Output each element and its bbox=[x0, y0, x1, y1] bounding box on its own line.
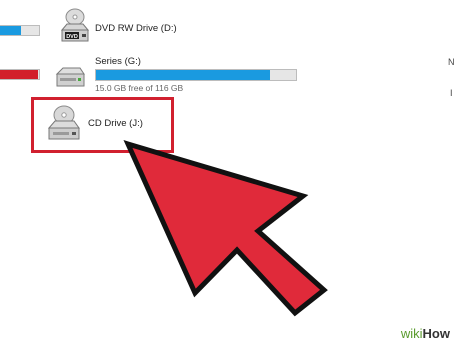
pointer-arrow bbox=[123, 140, 328, 317]
wikihow-watermark: wikiHow bbox=[394, 324, 456, 343]
watermark-how: How bbox=[422, 326, 450, 341]
watermark-wiki: wiki bbox=[400, 326, 423, 341]
